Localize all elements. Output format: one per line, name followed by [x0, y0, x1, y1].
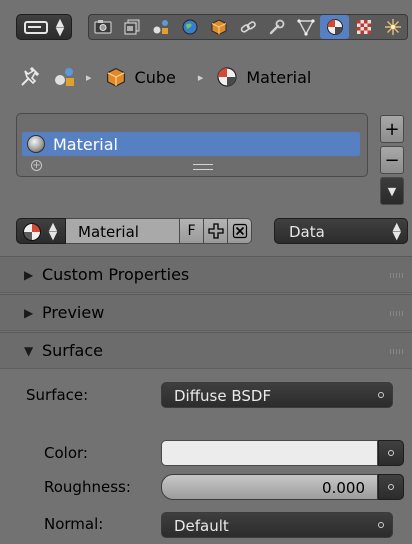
unlink-material-button[interactable]	[228, 218, 252, 244]
constraints-icon	[240, 21, 256, 33]
material-icon	[23, 223, 41, 241]
panel-custom-properties[interactable]: ▶ Custom Properties	[0, 256, 412, 293]
link-type-value: Data	[289, 223, 325, 241]
roughness-socket-button[interactable]	[378, 474, 404, 500]
normal-label: Normal:	[44, 515, 104, 533]
roughness-slider[interactable]: 0.000	[161, 474, 378, 500]
material-slot-label: Material	[53, 134, 118, 154]
drag-handle-icon[interactable]	[390, 311, 404, 316]
new-material-button[interactable]	[204, 218, 228, 244]
object-icon	[211, 19, 227, 36]
chevron-down-icon: ▼	[387, 184, 397, 198]
link-type-dropdown[interactable]: Data ▲ ▼	[274, 218, 408, 244]
color-swatch[interactable]	[161, 440, 378, 466]
surface-shader-dropdown[interactable]: Diffuse BSDF	[161, 382, 393, 408]
modifiers-icon	[269, 19, 285, 35]
breadcrumb: ▸ Cube ▸ Material	[18, 60, 408, 94]
socket-icon	[388, 484, 394, 490]
close-icon	[232, 223, 247, 239]
expand-triangle-icon: ▶	[24, 267, 34, 282]
surface-label: Surface:	[26, 386, 89, 404]
drag-handle-icon[interactable]	[390, 273, 404, 278]
tab-object[interactable]	[205, 15, 234, 39]
plus-icon	[207, 223, 224, 239]
chevron-updown-icon: ▲ ▼	[392, 220, 401, 242]
render-layers-icon	[124, 19, 140, 35]
add-slot-button[interactable]: +	[380, 115, 404, 143]
panel-surface[interactable]: ▼ Surface	[0, 332, 412, 369]
socket-icon	[378, 522, 384, 528]
list-resize-handle[interactable]	[193, 164, 213, 170]
panel-title: Surface	[42, 341, 103, 360]
context-tabs	[88, 14, 408, 40]
tab-modifiers[interactable]	[262, 15, 291, 39]
normal-value: Default	[174, 517, 229, 535]
breadcrumb-material: Material	[246, 67, 312, 87]
socket-icon	[388, 450, 394, 456]
pin-icon[interactable]	[18, 65, 42, 89]
surface-panel-body: Surface: Diffuse BSDF Color: Roughness: …	[0, 370, 412, 544]
breadcrumb-separator-icon: ▸	[86, 70, 92, 84]
mesh-data-icon	[297, 19, 315, 36]
tab-scene[interactable]	[147, 15, 176, 39]
material-icon	[217, 67, 237, 87]
expand-triangle-icon: ▶	[24, 305, 34, 320]
scene-icon	[153, 20, 169, 34]
slot-specials-menu[interactable]: ▼	[380, 177, 404, 205]
material-preview-icon	[27, 135, 45, 153]
tab-render[interactable]	[89, 15, 118, 39]
panel-title: Custom Properties	[42, 265, 190, 284]
filter-options-icon[interactable]: +	[31, 160, 42, 171]
tab-world[interactable]	[176, 15, 205, 39]
browse-material-button[interactable]: ▲ ▼	[16, 218, 66, 244]
material-slot-list[interactable]: Material +	[16, 113, 368, 177]
tab-material[interactable]	[320, 15, 350, 39]
material-icon	[326, 19, 343, 35]
object-icon	[106, 67, 125, 87]
roughness-value: 0.000	[322, 479, 365, 497]
tab-render-layers[interactable]	[118, 15, 147, 39]
render-icon	[94, 20, 113, 34]
normal-input-dropdown[interactable]: Default	[161, 512, 393, 538]
list-item[interactable]: Material	[22, 132, 360, 156]
tab-mesh-data[interactable]	[291, 15, 320, 39]
breadcrumb-separator-icon: ▸	[197, 70, 204, 84]
roughness-label: Roughness:	[44, 478, 131, 496]
tab-particles[interactable]	[378, 15, 407, 39]
material-name-field[interactable]: Material	[66, 218, 180, 244]
surface-shader-value: Diffuse BSDF	[174, 387, 272, 405]
properties-header: ▲ ▼	[0, 0, 412, 54]
fake-user-button[interactable]: F	[180, 218, 204, 244]
world-icon	[182, 19, 198, 35]
chevron-updown-icon: ▲ ▼	[48, 220, 58, 242]
texture-icon	[356, 20, 371, 34]
color-socket-button[interactable]	[378, 440, 404, 466]
scene-icon	[55, 68, 74, 86]
tab-constraints[interactable]	[234, 15, 263, 39]
panel-title: Preview	[42, 303, 105, 322]
properties-editor-icon	[24, 21, 48, 34]
collapse-triangle-icon: ▼	[24, 343, 34, 358]
chevron-updown-icon: ▲ ▼	[55, 16, 65, 38]
tab-texture[interactable]	[349, 15, 378, 39]
socket-icon	[378, 392, 384, 398]
panel-preview[interactable]: ▶ Preview	[0, 294, 412, 331]
breadcrumb-object: Cube	[134, 67, 176, 87]
color-label: Color:	[44, 444, 88, 462]
editor-type-button[interactable]: ▲ ▼	[16, 14, 72, 40]
particles-icon	[384, 19, 401, 35]
drag-handle-icon[interactable]	[390, 349, 404, 354]
material-datablock-selector: ▲ ▼ Material F Data ▲ ▼	[16, 218, 408, 246]
remove-slot-button[interactable]: −	[380, 146, 404, 174]
